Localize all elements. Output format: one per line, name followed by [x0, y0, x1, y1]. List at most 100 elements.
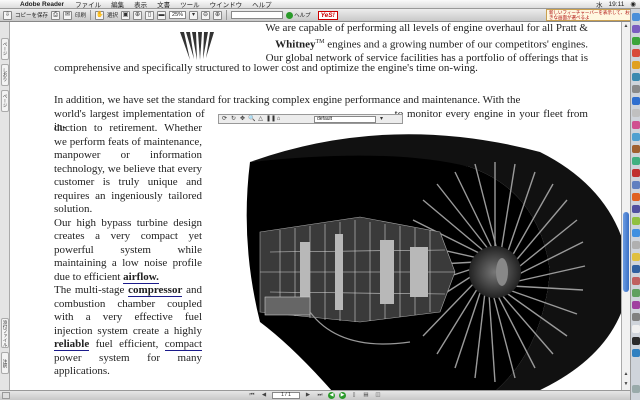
- main-toolbar: ⇩ コピーを保存 ⎙ ✉ 印刷 ✋ 選択 ▣ ⊕ ▯ ▬ 25% ▾ ⊖ ⊕ ヘ…: [0, 9, 640, 22]
- app-icon[interactable]: [632, 25, 640, 33]
- page-size-indicator: [2, 392, 10, 399]
- app-icon[interactable]: [632, 97, 640, 105]
- menu-view[interactable]: 表示: [129, 0, 152, 9]
- page-navigation-bar: ⏮ ◀ 1 / 1 ▶ ⏭ ◀ ▶ ▯ ▤ ◫: [0, 390, 630, 400]
- clock[interactable]: 19:11: [609, 1, 625, 8]
- zoom-field[interactable]: 25%: [169, 11, 187, 19]
- app-icon[interactable]: [632, 37, 640, 45]
- save-copy-icon[interactable]: ⇩: [3, 10, 12, 20]
- app-icon[interactable]: [632, 157, 640, 165]
- email-icon[interactable]: ✉: [63, 10, 73, 20]
- app-icon[interactable]: [632, 229, 640, 237]
- spotlight-icon[interactable]: ◉: [630, 0, 636, 8]
- nav-tab-thumbs[interactable]: ページ: [1, 90, 9, 112]
- text-line: WhitneyTM engines and a growing number o…: [238, 36, 588, 52]
- app-icon[interactable]: [632, 49, 640, 57]
- go-back-icon[interactable]: ◀: [328, 392, 335, 399]
- menu-edit[interactable]: 編集: [106, 0, 129, 9]
- app-icon[interactable]: [632, 61, 640, 69]
- home-view-icon[interactable]: ⌂: [275, 116, 282, 123]
- keyword-compressor-link[interactable]: compressor: [128, 284, 183, 297]
- continuous-icon[interactable]: ▤: [362, 392, 370, 399]
- app-icon[interactable]: [632, 217, 640, 225]
- menu-window[interactable]: ウインドウ: [205, 0, 248, 9]
- app-icon[interactable]: [632, 85, 640, 93]
- menu-help[interactable]: ヘルプ: [247, 0, 277, 9]
- keyword-reliable-link[interactable]: reliable: [54, 338, 90, 351]
- nav-tab-attachments[interactable]: 添付ファイル: [1, 318, 9, 348]
- trash-icon[interactable]: [632, 385, 640, 393]
- last-page-icon[interactable]: ⏭: [316, 392, 324, 399]
- app-icon[interactable]: [632, 325, 640, 333]
- zoom-icon[interactable]: 🔍: [248, 116, 255, 123]
- go-forward-icon[interactable]: ▶: [339, 392, 346, 399]
- single-page-icon[interactable]: ▯: [350, 392, 358, 399]
- app-icon[interactable]: [632, 73, 640, 81]
- fit-width-icon[interactable]: ▬: [157, 10, 167, 20]
- 3d-view-select[interactable]: default: [314, 115, 376, 123]
- nav-tab-comments[interactable]: 注釈: [1, 352, 9, 374]
- zoom-dropdown-icon[interactable]: ▾: [189, 10, 199, 20]
- next-page-icon[interactable]: ▶: [304, 392, 312, 399]
- app-icon[interactable]: [632, 133, 640, 141]
- rotate-icon[interactable]: ⟳: [221, 116, 228, 123]
- snapshot-icon[interactable]: ▣: [121, 10, 131, 20]
- brand-name: Whitney: [275, 38, 316, 51]
- app-icon[interactable]: [632, 277, 640, 285]
- app-icon[interactable]: [632, 121, 640, 129]
- vertical-scrollbar[interactable]: ▲ ▲ ▼: [621, 22, 630, 390]
- app-icon[interactable]: [632, 205, 640, 213]
- brand-badge[interactable]: YeS!: [317, 10, 338, 20]
- app-icon[interactable]: [632, 313, 640, 321]
- keyword-compact-link[interactable]: compact: [164, 338, 202, 351]
- app-icon[interactable]: [632, 241, 640, 249]
- zoom-in-icon[interactable]: ⊕: [133, 10, 143, 20]
- adobe-reader-icon[interactable]: [632, 169, 640, 177]
- app-icon[interactable]: [632, 109, 640, 117]
- first-page-icon[interactable]: ⏮: [248, 392, 256, 399]
- scroll-down-icon[interactable]: ▼: [622, 380, 630, 388]
- menu-document[interactable]: 文書: [152, 0, 175, 9]
- spin-icon[interactable]: ↻: [230, 116, 237, 123]
- help-button[interactable]: ヘルプ: [286, 11, 311, 19]
- keyword-airflow-link[interactable]: airflow.: [123, 270, 159, 284]
- promo-banner[interactable]: 新しいフィーチャーバーを表示して、お好きな画面が選べるよ: [546, 9, 638, 21]
- scroll-thumb[interactable]: [623, 212, 629, 292]
- hand-tool-icon[interactable]: ✋: [95, 10, 105, 20]
- app-icon[interactable]: [632, 349, 640, 357]
- 3d-engine-model[interactable]: [240, 122, 621, 390]
- app-icon[interactable]: [632, 301, 640, 309]
- select-label[interactable]: 選択: [107, 11, 118, 19]
- print-icon[interactable]: ⎙: [51, 10, 61, 20]
- app-icon[interactable]: [632, 193, 640, 201]
- walk-icon[interactable]: △: [257, 116, 264, 123]
- toolbar-divider: [90, 10, 92, 20]
- scroll-up-icon[interactable]: ▲: [622, 22, 630, 30]
- app-icon[interactable]: [632, 265, 640, 273]
- save-copy-label[interactable]: コピーを保存: [15, 11, 48, 19]
- app-name-menu[interactable]: Adobe Reader: [14, 1, 70, 8]
- nav-tab-bookmarks[interactable]: しおり: [1, 64, 9, 86]
- scroll-up-icon-bottom[interactable]: ▲: [622, 370, 630, 378]
- nav-tab-pages[interactable]: ページ: [1, 38, 9, 60]
- pause-icon[interactable]: ❚❚: [266, 116, 276, 123]
- document-pane[interactable]: We are capable of performing all levels …: [10, 22, 621, 390]
- app-icon[interactable]: [632, 181, 640, 189]
- fit-page-icon[interactable]: ▯: [145, 10, 155, 20]
- search-input[interactable]: [231, 11, 284, 19]
- print-label[interactable]: 印刷: [75, 11, 86, 19]
- previous-page-icon[interactable]: ◀: [260, 392, 268, 399]
- app-icon[interactable]: [632, 253, 640, 261]
- facing-icon[interactable]: ◫: [374, 392, 382, 399]
- menu-tools[interactable]: ツール: [175, 0, 205, 9]
- page-number-field[interactable]: 1 / 1: [272, 392, 300, 399]
- app-icon[interactable]: [632, 289, 640, 297]
- zoom-plus-icon[interactable]: ⊕: [213, 10, 223, 20]
- pan-icon[interactable]: ✥: [239, 116, 246, 123]
- menu-file[interactable]: ファイル: [70, 0, 106, 9]
- app-icon[interactable]: [632, 145, 640, 153]
- view-dropdown-icon[interactable]: ▾: [378, 116, 385, 123]
- finder-icon[interactable]: [632, 13, 640, 21]
- app-icon[interactable]: [632, 337, 640, 345]
- zoom-out-icon[interactable]: ⊖: [201, 10, 211, 20]
